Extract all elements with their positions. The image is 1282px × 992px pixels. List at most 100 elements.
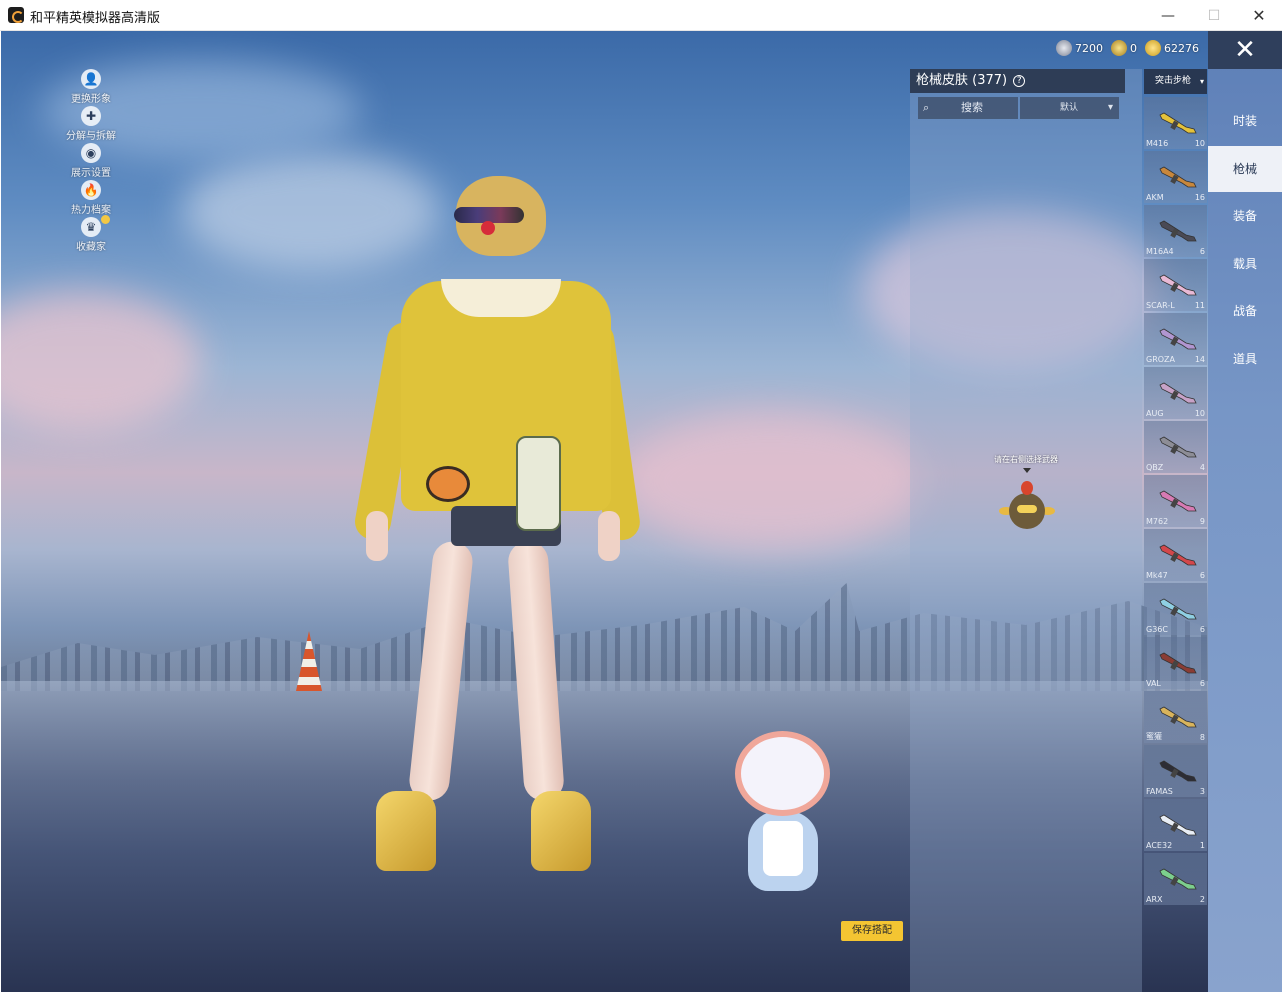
weapon-name: M16A4: [1146, 247, 1174, 256]
weapon-name: ACE32: [1146, 841, 1173, 850]
clown-nose: [481, 221, 495, 235]
gold-coin-icon: [1145, 40, 1161, 56]
weapon-name: M762: [1146, 517, 1169, 526]
weapon-name: AUG: [1146, 409, 1164, 418]
weapon-name: AKM: [1146, 193, 1164, 202]
rifle-icon: [1159, 598, 1197, 620]
search-icon: ⌕: [923, 101, 930, 114]
currency-amount: 0: [1130, 41, 1137, 55]
weapon-item[interactable]: M416 10: [1144, 97, 1207, 149]
weapon-item[interactable]: G36C 6: [1144, 583, 1207, 635]
weapon-skin-count: 8: [1199, 733, 1205, 742]
cloud: [621, 411, 921, 551]
weapon-name: QBZ: [1146, 463, 1164, 472]
display-settings-button[interactable]: ◉ 展示设置: [61, 143, 121, 180]
decompose-button[interactable]: ✚ 分解与拆解: [61, 106, 121, 143]
weapon-item[interactable]: VAL 6: [1144, 637, 1207, 689]
weapon-name: M416: [1146, 139, 1169, 148]
weapon-name: GROZA: [1146, 355, 1176, 364]
sort-label: 默认: [1060, 103, 1079, 113]
category-tab[interactable]: 道具: [1208, 336, 1282, 382]
pet-companion[interactable]: [723, 731, 843, 901]
collector-button[interactable]: ♛ 收藏家: [61, 215, 121, 254]
window-titlebar: 和平精英模拟器高清版 — ☐ ✕: [0, 0, 1282, 31]
hint-arrow-icon: [1023, 468, 1031, 473]
category-tab[interactable]: 时装: [1208, 98, 1282, 144]
weapon-item[interactable]: M762 9: [1144, 475, 1207, 527]
rifle-icon: [1159, 220, 1197, 242]
puzzle-icon: ✚: [81, 106, 101, 126]
help-icon[interactable]: ?: [1013, 75, 1026, 87]
weapon-item[interactable]: AUG 10: [1144, 367, 1207, 419]
select-weapon-hint: 请在右侧选择武器: [994, 455, 1058, 464]
character-hand: [366, 511, 388, 561]
weapon-item[interactable]: 蜜獾 8: [1144, 691, 1207, 743]
weapon-item[interactable]: AKM 16: [1144, 151, 1207, 203]
close-window-button[interactable]: ✕: [1236, 0, 1282, 31]
weapon-item[interactable]: Mk47 6: [1144, 529, 1207, 581]
rifle-icon: [1159, 274, 1197, 296]
weapon-name: 蜜獾: [1146, 732, 1162, 741]
rifle-icon: [1159, 760, 1197, 782]
eye-icon: ◉: [81, 143, 101, 163]
change-appearance-button[interactable]: 👤 更换形象: [61, 69, 121, 106]
weapon-skin-count: 4: [1199, 463, 1205, 472]
avatar-icon: 👤: [81, 69, 101, 89]
pet-apron: [763, 821, 803, 876]
search-input[interactable]: ⌕ 搜索: [918, 97, 1018, 119]
weapon-item[interactable]: FAMAS 3: [1144, 745, 1207, 797]
maximize-button[interactable]: ☐: [1191, 0, 1237, 31]
chevron-down-icon: ▾: [1107, 102, 1113, 113]
weapon-item[interactable]: GROZA 14: [1144, 313, 1207, 365]
weapon-name: ARX: [1146, 895, 1163, 904]
save-outfit-button[interactable]: 保存搭配: [841, 921, 903, 941]
character-leg: [407, 539, 475, 803]
mascot-icon: [999, 481, 1055, 533]
rifle-icon: [1159, 166, 1197, 188]
currency-amount: 7200: [1075, 41, 1103, 55]
chevron-down-icon: ▾: [1199, 77, 1204, 86]
weapon-skin-count: 6: [1199, 571, 1205, 580]
weapon-skin-count: 10: [1194, 409, 1205, 418]
rifle-icon: [1159, 544, 1197, 566]
close-button[interactable]: ✕: [1208, 31, 1282, 69]
minimize-button[interactable]: —: [1145, 0, 1191, 31]
rifle-icon: [1159, 652, 1197, 674]
category-tab[interactable]: 载具: [1208, 241, 1282, 287]
weapon-type-label: 突击步枪: [1155, 76, 1192, 86]
weapon-skin-count: 11: [1194, 301, 1205, 310]
sort-dropdown[interactable]: 默认 ▾: [1020, 97, 1119, 119]
player-character[interactable]: [352, 171, 643, 891]
weapon-item[interactable]: ARX 2: [1144, 853, 1207, 905]
category-tab[interactable]: 战备: [1208, 288, 1282, 334]
pet-head: [735, 731, 830, 816]
rifle-icon: [1159, 112, 1197, 134]
heat-archive-button[interactable]: 🔥 热力档案: [61, 180, 121, 217]
weapon-skin-count: 9: [1199, 517, 1205, 526]
cloud: [1, 291, 201, 431]
weapon-skin-count: 14: [1194, 355, 1205, 364]
weapon-item[interactable]: M16A4 6: [1144, 205, 1207, 257]
gold-shoe: [531, 791, 591, 871]
currency-amount: 62276: [1164, 41, 1199, 55]
flame-icon: 🔥: [81, 180, 101, 200]
character-hand: [598, 511, 620, 561]
weapon-skin-count: 2: [1199, 895, 1205, 904]
panel-header: 枪械皮肤 (377) ?: [910, 69, 1125, 93]
weapon-name: G36C: [1146, 625, 1168, 634]
weapon-item[interactable]: QBZ 4: [1144, 421, 1207, 473]
weapon-item[interactable]: ACE32 1: [1144, 799, 1207, 851]
category-tab[interactable]: 枪械: [1208, 145, 1282, 192]
weapon-name: SCAR-L: [1146, 301, 1175, 310]
character-leg: [506, 539, 566, 803]
currency-gold: 62276: [1145, 39, 1199, 57]
rifle-icon: [1159, 868, 1197, 890]
weapon-type-dropdown[interactable]: 突击步枪 ▾: [1144, 69, 1207, 94]
menu-label: 热力档案: [71, 205, 111, 216]
rifle-icon: [1159, 490, 1197, 512]
currency-badge: 0: [1111, 39, 1137, 57]
weapon-item[interactable]: SCAR-L 11: [1144, 259, 1207, 311]
game-viewport[interactable]: 👤 更换形象 ✚ 分解与拆解 ◉ 展示设置 🔥 热力档案 ♛ 收藏家 7200 …: [1, 31, 1282, 992]
silver-coin-icon: [1056, 40, 1072, 56]
category-tab[interactable]: 装备: [1208, 193, 1282, 239]
